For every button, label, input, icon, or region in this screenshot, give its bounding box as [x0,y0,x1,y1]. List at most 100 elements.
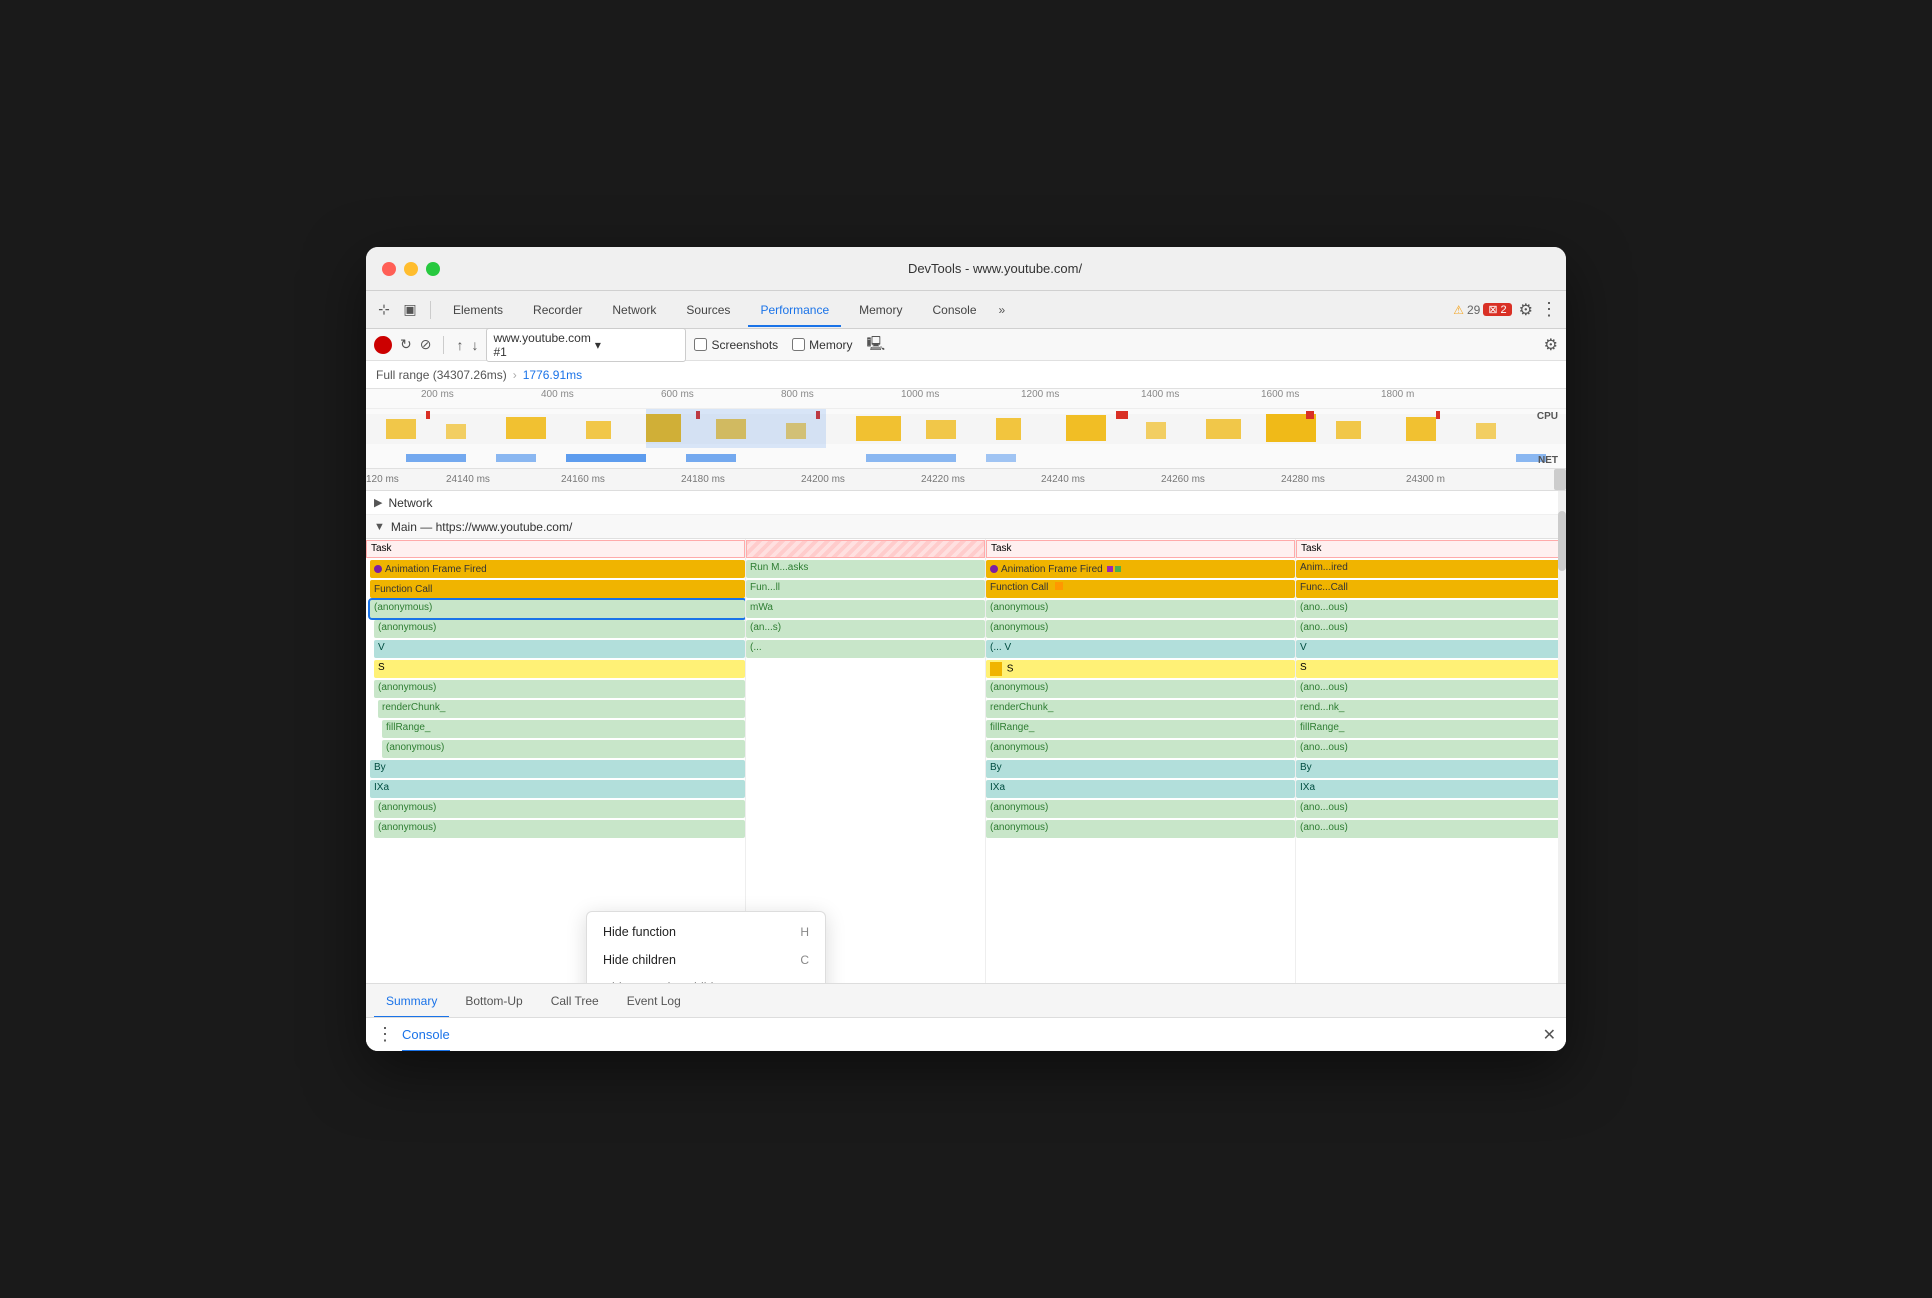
tab-call-tree[interactable]: Call Tree [539,984,611,1018]
anon-bar-3-1[interactable]: (ano...ous) [1296,600,1566,618]
ixa-bar-2[interactable]: IXa [986,780,1295,798]
record-button[interactable] [374,336,392,354]
settings-icon[interactable]: ⚙ [1544,335,1558,355]
overview-area[interactable]: 200 ms 400 ms 600 ms 800 ms 1000 ms 1200… [366,389,1566,469]
tab-elements[interactable]: Elements [441,293,515,327]
refresh-icon[interactable]: ↻ [400,336,412,353]
anon-bar-2-3[interactable]: (anonymous) [986,680,1295,698]
s-bar-2[interactable]: S [986,660,1295,678]
anon-bar-3-3[interactable]: (ano...ous) [1296,680,1566,698]
tab-recorder[interactable]: Recorder [521,293,594,327]
s-bar-1[interactable]: S [374,660,745,678]
v-bar-1[interactable]: V [374,640,745,658]
anon-bar-4[interactable]: (anonymous) [382,740,745,758]
pointer-icon[interactable]: ⊹ [374,300,394,320]
tab-more[interactable]: » [999,303,1006,317]
scroll-thumb[interactable] [1558,539,1566,571]
anon-bar-2-1[interactable]: (anonymous) [986,600,1295,618]
anon-bar-1-selected[interactable]: (anonymous) [370,600,745,618]
console-close-icon[interactable]: ✕ [1543,1025,1556,1045]
console-tab[interactable]: Console [402,1018,450,1052]
tab-sources[interactable]: Sources [674,293,742,327]
v-bar-2[interactable]: (... V [986,640,1295,658]
cancel-icon[interactable]: ⊘ [420,336,432,353]
render-bar-1[interactable]: renderChunk_ [378,700,745,718]
task-bar-3[interactable]: Task [1296,540,1566,558]
s-bar-3[interactable]: S [1296,660,1566,678]
anim-bar-3[interactable]: Anim...ired [1296,560,1566,578]
screenshots-checkbox[interactable] [694,338,707,351]
error-count: 2 [1501,304,1507,316]
ruler-24280: 24280 ms [1281,474,1325,485]
task-bar-2[interactable]: Task [986,540,1295,558]
ixa-bar-1[interactable]: IXa [370,780,745,798]
main-expand-icon[interactable]: ▼ [374,521,385,533]
tab-summary[interactable]: Summary [374,984,449,1018]
url-dropdown-icon[interactable]: ▾ [595,338,680,352]
download-icon[interactable]: ↓ [471,337,478,353]
by-bar-1[interactable]: By [370,760,745,778]
memory-icon[interactable]: 🖳 [867,333,886,357]
gear-icon[interactable]: ⚙ [1519,300,1533,320]
anon-bar-3-6[interactable]: (ano...ous) [1296,820,1566,838]
minimize-button[interactable] [404,262,418,276]
v-bar-3[interactable]: V [1296,640,1566,658]
anon-bar-2-6[interactable]: (anonymous) [986,820,1295,838]
anon-bar-6[interactable]: (anonymous) [374,820,745,838]
fill-bar-2[interactable]: fillRange_ [986,720,1295,738]
run-bar[interactable]: Run M...asks [746,560,985,578]
tab-network[interactable]: Network [600,293,668,327]
anon-bar-2-4[interactable]: (anonymous) [986,740,1295,758]
anon-bar-3-5[interactable]: (ano...ous) [1296,800,1566,818]
anon-bar-2[interactable]: (anonymous) [374,620,745,638]
anon-bar-2-5[interactable]: (anonymous) [986,800,1295,818]
tab-event-log[interactable]: Event Log [615,984,693,1018]
anon-bar-3[interactable]: (anonymous) [374,680,745,698]
screenshots-checkbox-label[interactable]: Screenshots [694,338,778,352]
ctx-hide-repeating[interactable]: Hide repeating children R [587,974,825,983]
console-menu-icon[interactable]: ⋮ [376,1024,394,1045]
ctx-hide-children[interactable]: Hide children C [587,946,825,974]
anon-bar-2-2[interactable]: (anonymous) [986,620,1295,638]
fill-bar-1[interactable]: fillRange_ [382,720,745,738]
fill-bar-3[interactable]: fillRange_ [1296,720,1566,738]
ans-bar[interactable]: (an...s) [746,620,985,638]
tab-console[interactable]: Console [920,293,988,327]
upload-icon[interactable]: ↑ [456,337,463,353]
maximize-button[interactable] [426,262,440,276]
mwa-bar[interactable]: mWa [746,600,985,618]
close-button[interactable] [382,262,396,276]
funll-bar[interactable]: Fun...ll [746,580,985,598]
network-row[interactable]: ▶ Network [366,491,1566,515]
more-icon[interactable]: ⋮ [1540,299,1558,320]
anon-bar-3-2[interactable]: (ano...ous) [1296,620,1566,638]
ixa-bar-3[interactable]: IXa [1296,780,1566,798]
anon-bar-5[interactable]: (anonymous) [374,800,745,818]
tab-bottom-up[interactable]: Bottom-Up [453,984,534,1018]
main-thread-header[interactable]: ▼ Main — https://www.youtube.com/ [366,515,1566,539]
url-bar[interactable]: www.youtube.com #1 ▾ [486,328,686,362]
network-expand-icon[interactable]: ▶ [374,496,382,509]
tab-performance[interactable]: Performance [748,293,841,327]
device-icon[interactable]: ▣ [400,300,420,320]
tab-memory[interactable]: Memory [847,293,914,327]
purple-dot-2 [990,565,998,573]
memory-checkbox-label[interactable]: Memory [792,338,852,352]
ctx-hide-function[interactable]: Hide function H [587,918,825,946]
by-bar-2[interactable]: By [986,760,1295,778]
func-bar-1[interactable]: Function Call [370,580,745,598]
task-bar-1[interactable]: Task [366,540,745,558]
task-bar-striped[interactable] [746,540,985,558]
anon-bar-3-4[interactable]: (ano...ous) [1296,740,1566,758]
dots-bar[interactable]: (... [746,640,985,658]
func-bar-2[interactable]: Function Call [986,580,1295,598]
render-bar-3[interactable]: rend...nk_ [1296,700,1566,718]
anim-bar-2[interactable]: Animation Frame Fired [986,560,1295,578]
render-bar-2[interactable]: renderChunk_ [986,700,1295,718]
anim-bar-1[interactable]: Animation Frame Fired [370,560,745,578]
fill-row-1: fillRange_ [366,719,745,739]
func-bar-3[interactable]: Func...Call [1296,580,1566,598]
by-bar-3[interactable]: By [1296,760,1566,778]
memory-checkbox[interactable] [792,338,805,351]
scroll-track[interactable] [1558,539,1566,983]
